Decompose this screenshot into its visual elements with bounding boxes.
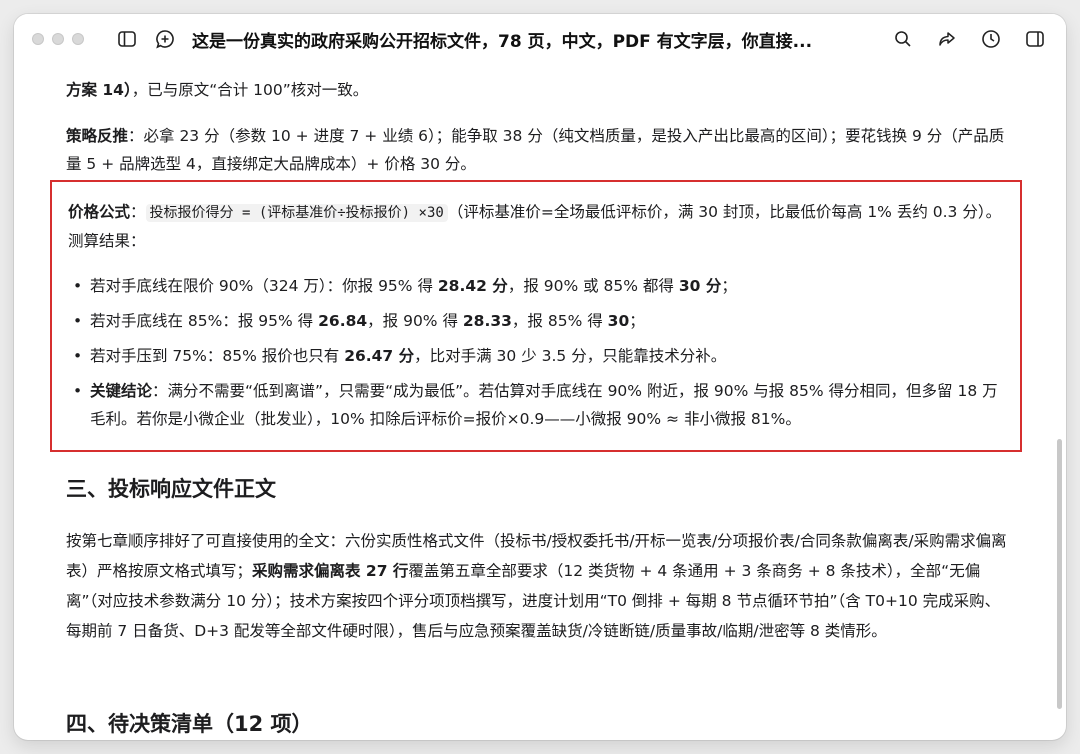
list-item: 若对手底线在 85%：报 95% 得 26.84，报 90% 得 28.33，报…	[68, 307, 1008, 335]
zoom-window-button[interactable]	[72, 33, 84, 45]
paragraph-plan-note: 方案 14），已与原文“合计 100”核对一致。	[66, 76, 368, 104]
list-item-bold: 28.42 分	[437, 277, 508, 295]
plan-text: ，已与原文“合计 100”核对一致。	[131, 81, 369, 99]
title-bar: 这是一份真实的政府采购公开招标文件，78 页，中文，PDF 有文字层，你直接..…	[14, 14, 1066, 64]
paragraph-price-formula: 价格公式： 投标报价得分 = (评标基准价÷投标报价) ×30 （评标基准价=全场最…	[68, 198, 1008, 255]
response-bold: 采购需求偏离表 27 行	[252, 562, 409, 580]
strategy-label: 策略反推	[66, 127, 129, 145]
list-item-text: ；	[629, 312, 645, 330]
list-item-text: 若对手底线在 85%：报 95% 得	[90, 312, 319, 330]
section-heading-decisions: 四、待决策清单（12 项）	[66, 712, 313, 736]
list-item-text: ，报 90% 或 85% 都得	[507, 277, 679, 295]
strategy-text: ：必拿 23 分（参数 10 + 进度 7 + 业绩 6）；能争取 38 分（纯…	[66, 127, 1005, 173]
list-item: 关键结论：满分不需要“低到离谱”，只需要“成为最低”。若估算对手底线在 90% …	[68, 377, 1008, 433]
scrollbar-thumb[interactable]	[1057, 439, 1062, 709]
window-controls	[32, 33, 84, 45]
list-item-bold: 30 分	[678, 277, 722, 295]
price-formula-code: 投标报价得分 = (评标基准价÷投标报价) ×30	[145, 204, 448, 222]
close-window-button[interactable]	[32, 33, 44, 45]
list-item-bold: 关键结论	[90, 382, 153, 400]
search-icon[interactable]	[892, 28, 914, 50]
list-item-text: 若对手压到 75%：85% 报价也只有	[90, 347, 345, 365]
list-item: 若对手压到 75%：85% 报价也只有 26.47 分，比对手满 30 少 3.…	[68, 342, 1008, 370]
price-formula-label: 价格公式	[68, 203, 131, 221]
chat-plus-icon[interactable]	[154, 28, 176, 50]
list-item-text: ；	[721, 277, 737, 295]
list-item-text: ：满分不需要“低到离谱”，只需要“成为最低”。若估算对手底线在 90% 附近，报…	[90, 382, 998, 428]
clock-icon[interactable]	[980, 28, 1002, 50]
highlight-box: 价格公式： 投标报价得分 = (评标基准价÷投标报价) ×30 （评标基准价=全场最…	[50, 180, 1022, 452]
list-item-bold: 26.84	[318, 312, 368, 330]
conversation-title: 这是一份真实的政府采购公开招标文件，78 页，中文，PDF 有文字层，你直接..…	[192, 31, 813, 52]
list-item-bold: 28.33	[462, 312, 512, 330]
result-list: 若对手底线在限价 90%（324 万）：你报 95% 得 28.42 分，报 9…	[68, 272, 1008, 440]
toolbar-right	[892, 28, 1046, 50]
list-item: 若对手底线在限价 90%（324 万）：你报 95% 得 28.42 分，报 9…	[68, 272, 1008, 300]
share-icon[interactable]	[936, 28, 958, 50]
paragraph-response-body: 按第七章顺序排好了可直接使用的全文：六份实质性格式文件（投标书/授权委托书/开标…	[66, 526, 1010, 646]
list-item-text: ，比对手满 30 少 3.5 分，只能靠技术分补。	[414, 347, 727, 365]
right-panel-icon[interactable]	[1024, 28, 1046, 50]
list-item-text: 若对手底线在限价 90%（324 万）：你报 95% 得	[90, 277, 438, 295]
minimize-window-button[interactable]	[52, 33, 64, 45]
list-item-text: ，报 90% 得	[367, 312, 463, 330]
price-formula-colon: ：	[130, 203, 146, 221]
section-heading-response: 三、投标响应文件正文	[66, 477, 276, 501]
list-item-bold: 26.47 分	[344, 347, 415, 365]
list-item-text: ，报 85% 得	[511, 312, 608, 330]
sidebar-toggle-icon[interactable]	[116, 28, 138, 50]
plan-label: 方案 14）	[66, 81, 132, 99]
paragraph-strategy: 策略反推：必拿 23 分（参数 10 + 进度 7 + 业绩 6）；能争取 38…	[66, 122, 1006, 178]
list-item-bold: 30	[607, 312, 630, 330]
app-window: 这是一份真实的政府采购公开招标文件，78 页，中文，PDF 有文字层，你直接..…	[14, 14, 1066, 740]
